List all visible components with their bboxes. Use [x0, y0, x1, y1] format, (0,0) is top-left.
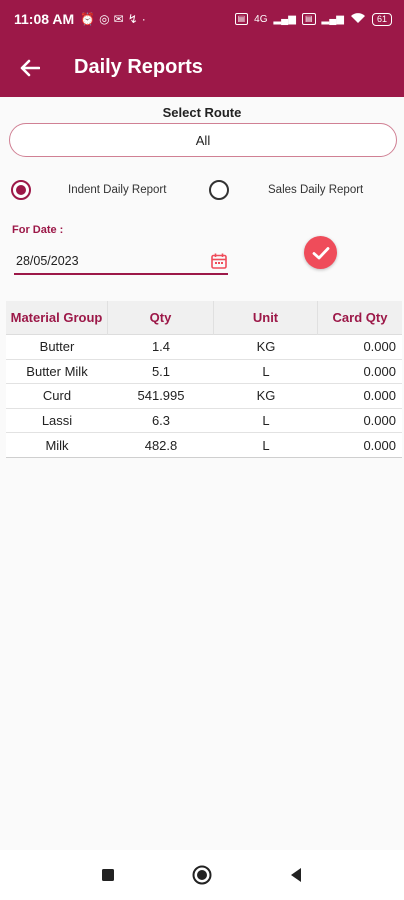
alarm-icon: ⏰	[80, 12, 96, 26]
table-cell: L	[262, 413, 270, 429]
table-cell: 0.000	[363, 437, 396, 453]
table-cell: Butter Milk	[26, 363, 88, 379]
table-body: Butter 1.4 KG 0.000 Butter Milk 5.1 L 0.000 Curd…	[6, 335, 402, 458]
status-right: ▤ 4G ▂▄▆ ▤ ▂▄▆ 61	[234, 12, 392, 27]
table-cell: KG	[256, 339, 276, 355]
table-cell: 0.000	[363, 363, 396, 379]
date-field	[14, 249, 228, 275]
table-cell: 0.000	[363, 413, 396, 429]
table-row[interactable]: Milk 482.8 L 0.000	[6, 433, 402, 458]
table-row[interactable]: Curd 541.995 KG 0.000	[6, 384, 402, 409]
table-cell: Butter	[39, 339, 75, 355]
table-header: Material Group Qty Unit Card Qty	[6, 300, 402, 335]
sim1-icon: ▤	[234, 13, 249, 25]
table-cell: 541.995	[137, 388, 185, 404]
route-label: Select Route	[162, 105, 242, 120]
column-header[interactable]: Material Group	[6, 300, 108, 335]
check-icon	[312, 246, 329, 259]
route-selected-value: All	[195, 132, 211, 148]
table-cell: 0.000	[363, 339, 396, 355]
table-cell: L	[262, 363, 270, 379]
sim2-icon: ▤	[301, 13, 316, 25]
app-notification-icon: ↯	[127, 12, 138, 26]
date-input[interactable]	[14, 250, 194, 272]
battery-icon: 61	[371, 12, 392, 26]
status-bar: 11:08 AM ⏰ ◎ ✉ ↯ · ▤ 4G ▂▄▆ ▤ ▂▄▆ 61	[0, 0, 404, 38]
signal2-icon: ▂▄▆	[321, 13, 344, 25]
column-header[interactable]: Card Qty	[318, 301, 402, 335]
table-cell: 0.000	[363, 388, 396, 404]
more-notifications-icon: ·	[141, 12, 146, 26]
app-bar: Daily Reports	[0, 38, 404, 97]
table-cell: Milk	[45, 437, 69, 453]
table-cell: Curd	[42, 388, 72, 404]
wifi-icon	[350, 12, 366, 27]
signal-icon: ▂▄▆	[273, 13, 296, 25]
back-button[interactable]	[0, 38, 60, 97]
column-header[interactable]: Unit	[214, 300, 318, 335]
report-type-group: Indent Daily Report Sales Daily Report	[0, 178, 404, 202]
status-time: 11:08 AM	[14, 11, 75, 27]
table-row[interactable]: Butter Milk 5.1 L 0.000	[6, 360, 402, 385]
triangle-icon[interactable]	[286, 865, 306, 885]
table-cell: L	[262, 437, 270, 453]
sales-report-radio[interactable]	[209, 180, 229, 200]
notification-icons: ⏰ ◎ ✉ ↯ ·	[80, 12, 146, 26]
table-row[interactable]: Butter 1.4 KG 0.000	[6, 335, 402, 360]
circle-icon[interactable]	[192, 865, 212, 885]
table-cell: KG	[256, 388, 276, 404]
indent-report-radio[interactable]	[11, 180, 31, 200]
network-type: 4G	[254, 13, 268, 25]
date-label: For Date :	[12, 224, 64, 236]
sales-report-label[interactable]: Sales Daily Report	[268, 184, 363, 196]
square-icon[interactable]	[98, 865, 118, 885]
column-header[interactable]: Qty	[108, 300, 214, 335]
table-cell: 5.1	[151, 363, 171, 379]
route-select[interactable]: All	[9, 123, 397, 157]
calendar-icon[interactable]	[210, 252, 228, 270]
report-table: Material Group Qty Unit Card Qty Butter 1.4 K…	[6, 300, 402, 458]
whatsapp-icon: ◎	[99, 12, 110, 26]
table-cell: 1.4	[151, 339, 171, 355]
table-cell: 482.8	[144, 437, 178, 453]
arrow-left-icon	[20, 59, 40, 76]
message-icon: ✉	[113, 12, 124, 26]
table-cell: Lassi	[41, 413, 73, 429]
table-cell: 6.3	[151, 413, 171, 429]
page-title: Daily Reports	[74, 56, 203, 78]
content-area: Select Route All Indent Daily Report Sal…	[0, 97, 404, 850]
submit-button[interactable]	[304, 236, 337, 269]
table-row[interactable]: Lassi 6.3 L 0.000	[6, 409, 402, 434]
indent-report-label[interactable]: Indent Daily Report	[68, 184, 166, 196]
navigation-bar	[0, 850, 404, 900]
